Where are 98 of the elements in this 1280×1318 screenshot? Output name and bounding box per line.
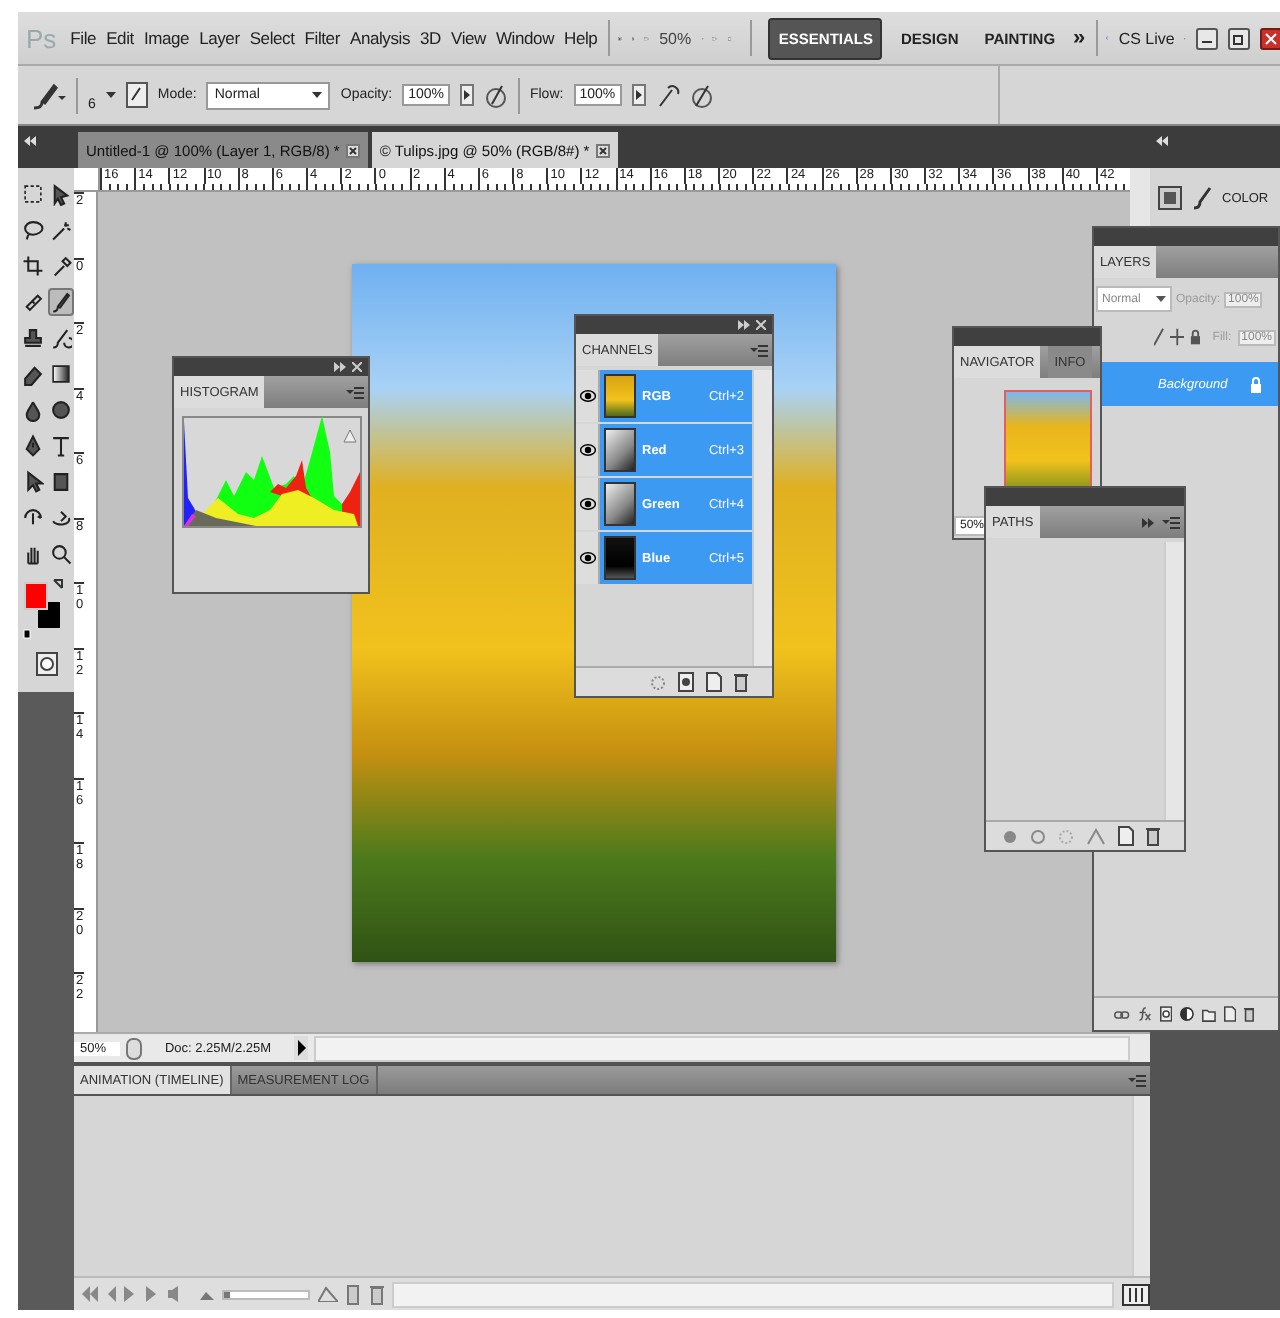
- swatches-icon[interactable]: [1158, 186, 1182, 210]
- scrollbar[interactable]: [752, 370, 772, 666]
- folder-icon[interactable]: [1201, 1005, 1216, 1023]
- zoom-slider[interactable]: [222, 1289, 310, 1299]
- channel-thumbnail: [604, 536, 636, 580]
- new-page-icon[interactable]: [1118, 826, 1134, 846]
- visibility-toggle[interactable]: [576, 532, 600, 584]
- restore-icon[interactable]: [1228, 27, 1251, 49]
- brush-icon[interactable]: [47, 288, 73, 316]
- new-page-icon[interactable]: [1223, 1004, 1236, 1024]
- dotted-circle-icon[interactable]: [1058, 827, 1074, 845]
- slider-toggle-icon[interactable]: [631, 84, 646, 106]
- menu-item[interactable]: Window: [495, 28, 555, 48]
- eye-icon: [579, 498, 595, 510]
- app-logo: Ps: [26, 23, 57, 53]
- onion-skin-icon[interactable]: [346, 1283, 362, 1305]
- eye-icon: [579, 444, 595, 456]
- new-page-icon[interactable]: [706, 672, 722, 692]
- play-icon[interactable]: [294, 1036, 308, 1060]
- collapse-icon[interactable]: [1142, 517, 1154, 527]
- airbrush-icon[interactable]: [655, 81, 680, 109]
- mask-icon[interactable]: [678, 672, 694, 692]
- menu-item[interactable]: 3D: [420, 28, 441, 48]
- filled-circle-icon[interactable]: [1002, 827, 1018, 845]
- trash-icon[interactable]: [1243, 1004, 1255, 1024]
- trash-icon[interactable]: [1146, 826, 1160, 846]
- scrollbar[interactable]: [314, 1035, 1130, 1061]
- lasso-icon[interactable]: [19, 216, 45, 244]
- scrollbar[interactable]: [1130, 168, 1150, 192]
- fx-icon[interactable]: [1137, 1004, 1152, 1024]
- bandage-icon[interactable]: [19, 288, 45, 316]
- panel-menu-icon[interactable]: [1128, 1073, 1146, 1087]
- expand-icon[interactable]: [1156, 136, 1168, 146]
- menu-item[interactable]: Select: [249, 28, 295, 48]
- gradient-icon[interactable]: [47, 360, 73, 388]
- channel-thumbnail: [604, 428, 636, 472]
- pressure-opacity-icon[interactable]: [483, 81, 508, 109]
- large-mountain-icon[interactable]: [318, 1286, 338, 1302]
- lock-icon[interactable]: [1189, 328, 1201, 346]
- collapse-icon[interactable]: [24, 136, 36, 146]
- share-icon[interactable]: [126, 1037, 142, 1059]
- collapse-icon[interactable]: [738, 320, 750, 330]
- channel-thumbnail: [604, 374, 636, 418]
- more-workspaces-button[interactable]: »: [1073, 26, 1086, 50]
- half-circle-icon[interactable]: [1179, 1004, 1194, 1024]
- frames-icon[interactable]: [1122, 1283, 1150, 1305]
- menu-item[interactable]: Layer: [199, 28, 240, 48]
- type-icon[interactable]: [47, 432, 73, 460]
- pressure-size-icon[interactable]: [689, 81, 714, 109]
- scrollbar[interactable]: [1132, 1096, 1150, 1276]
- visibility-toggle[interactable]: [576, 478, 600, 530]
- history-brush-icon[interactable]: [47, 324, 73, 352]
- channel-thumbnail: [604, 482, 636, 526]
- menu-item[interactable]: Filter: [304, 28, 340, 48]
- visibility-toggle[interactable]: [576, 370, 600, 422]
- path-nodes-icon[interactable]: [1086, 827, 1106, 845]
- slider-toggle-icon[interactable]: [459, 84, 474, 106]
- zoom-icon[interactable]: [47, 540, 73, 568]
- menu-item[interactable]: File: [70, 28, 97, 48]
- dodge-icon[interactable]: [47, 396, 73, 424]
- eye-icon: [579, 390, 595, 402]
- close-icon[interactable]: [345, 143, 360, 157]
- brush-icon[interactable]: [1192, 186, 1212, 210]
- mask-icon[interactable]: [1159, 1004, 1172, 1024]
- menu-item[interactable]: Analysis: [349, 28, 411, 48]
- menu-item[interactable]: Help: [564, 28, 598, 48]
- minimize-icon[interactable]: [1196, 27, 1219, 49]
- link-icon[interactable]: [1114, 1007, 1130, 1021]
- menu-item[interactable]: Edit: [106, 28, 134, 48]
- zoom-dropdown[interactable]: 50%: [659, 29, 692, 47]
- panel-menu-icon[interactable]: [750, 343, 768, 357]
- trash-icon[interactable]: [734, 672, 748, 692]
- stamp-icon[interactable]: [19, 324, 45, 352]
- visibility-toggle[interactable]: [576, 424, 600, 476]
- menu-item[interactable]: View: [451, 28, 486, 48]
- cs-live-menu[interactable]: CS Live: [1118, 29, 1175, 47]
- trash-icon[interactable]: [370, 1283, 384, 1305]
- close-icon[interactable]: [595, 143, 610, 157]
- dotted-circle-icon[interactable]: [650, 673, 666, 691]
- collapse-icon[interactable]: [334, 362, 346, 372]
- brush-lock-icon[interactable]: [1154, 328, 1164, 346]
- circle-outline-icon[interactable]: [1030, 827, 1046, 845]
- menu-item[interactable]: Image: [143, 28, 190, 48]
- move-icon[interactable]: [1169, 328, 1184, 346]
- small-mountain-icon[interactable]: [200, 1288, 214, 1300]
- panel-menu-icon[interactable]: [1162, 515, 1180, 529]
- crop-icon[interactable]: [19, 252, 45, 280]
- marquee-icon[interactable]: [19, 180, 45, 208]
- brush-panel-icon[interactable]: [125, 82, 148, 108]
- quick-mask-icon[interactable]: [35, 652, 57, 676]
- eye-icon: [579, 552, 595, 564]
- scrollbar[interactable]: [392, 1281, 1114, 1307]
- close-icon[interactable]: [1260, 27, 1280, 49]
- eraser-icon[interactable]: [19, 360, 45, 388]
- brush-icon[interactable]: [30, 81, 66, 109]
- wand-icon[interactable]: [47, 216, 73, 244]
- scrollbar[interactable]: [1164, 542, 1184, 820]
- panel-menu-icon[interactable]: [346, 385, 364, 399]
